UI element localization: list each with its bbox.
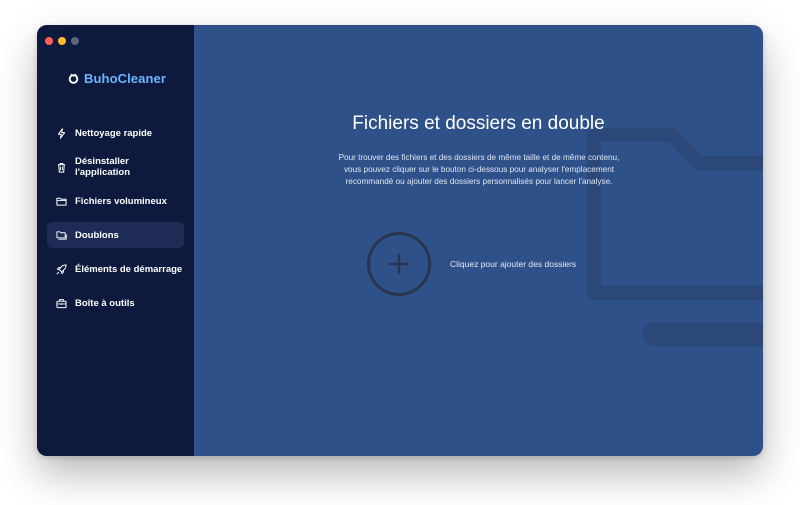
- sidebar-nav: Nettoyage rapide Désinstaller l'applicat…: [47, 120, 184, 324]
- page-title: Fichiers et dossiers en double: [352, 113, 605, 134]
- lightning-icon: [57, 127, 66, 139]
- sidebar-item-desinstaller[interactable]: Désinstaller l'application: [47, 154, 184, 180]
- folder-icon: [56, 197, 67, 206]
- sidebar-item-label: Nettoyage rapide: [75, 127, 153, 139]
- rocket-icon: [56, 263, 67, 274]
- window-controls: [45, 37, 79, 45]
- sidebar-item-boite-a-outils[interactable]: Boîte à outils: [47, 290, 184, 316]
- sidebar-item-nettoyage-rapide[interactable]: Nettoyage rapide: [47, 120, 184, 146]
- sidebar-item-doublons[interactable]: Doublons: [47, 222, 184, 248]
- zoom-window-button[interactable]: [71, 37, 79, 45]
- sidebar-item-label: Boîte à outils: [75, 297, 135, 309]
- duplicate-folder-icon: [56, 230, 67, 240]
- close-window-button[interactable]: [45, 37, 53, 45]
- brand-name: BuhoCleaner: [84, 71, 167, 86]
- plus-icon: [388, 253, 410, 275]
- toolbox-icon: [56, 298, 67, 308]
- add-folders-button[interactable]: [367, 232, 431, 296]
- sidebar-item-label: Désinstaller l'application: [75, 156, 131, 178]
- app-window: BuhoCleaner Nettoyage rapide Désinstalle…: [37, 25, 763, 456]
- add-folders-label[interactable]: Cliquez pour ajouter des dossiers: [450, 259, 576, 269]
- main-panel: Fichiers et dossiers en double Pour trou…: [194, 25, 763, 456]
- sidebar-item-fichiers-volumineux[interactable]: Fichiers volumineux: [47, 188, 184, 214]
- buhocleaner-logo-icon: [68, 73, 79, 84]
- app-brand: BuhoCleaner: [68, 71, 166, 86]
- trash-icon: [57, 162, 66, 173]
- sidebar: BuhoCleaner Nettoyage rapide Désinstalle…: [37, 25, 194, 456]
- sidebar-item-elements-demarrage[interactable]: Éléments de démarrage: [47, 256, 184, 282]
- sidebar-item-label: Fichiers volumineux: [75, 195, 167, 207]
- sidebar-item-label: Doublons: [75, 229, 119, 241]
- page-description: Pour trouver des fichiers et des dossier…: [338, 153, 620, 186]
- sidebar-item-label: Éléments de démarrage: [75, 263, 183, 275]
- background-folder-icon: [587, 128, 763, 346]
- minimize-window-button[interactable]: [58, 37, 66, 45]
